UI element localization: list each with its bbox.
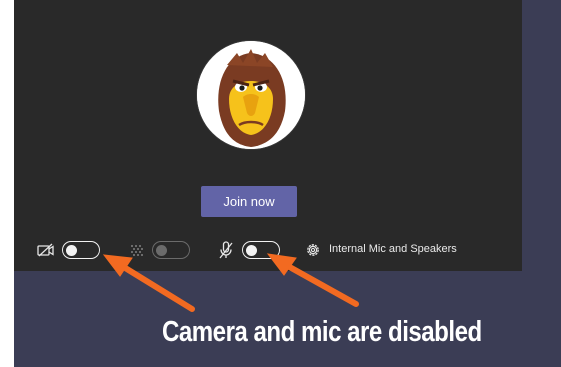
gear-icon[interactable] [305, 242, 321, 258]
user-avatar [196, 40, 306, 150]
camera-toggle-knob [66, 244, 77, 256]
microphone-toggle-knob [246, 244, 257, 256]
mic-off-icon[interactable] [218, 241, 234, 259]
microphone-toggle[interactable] [242, 241, 280, 259]
hawk-mascot-avatar [197, 41, 305, 149]
camera-toggle[interactable] [62, 241, 100, 259]
background-blur-icon [131, 245, 143, 256]
camera-off-icon[interactable] [37, 243, 55, 257]
device-settings-label[interactable]: Internal Mic and Speakers [329, 243, 457, 255]
background-effects-toggle [152, 241, 190, 259]
join-now-button[interactable]: Join now [201, 186, 297, 217]
background-effects-toggle-knob [156, 244, 167, 256]
annotation-caption: Camera and mic are disabled [162, 316, 482, 348]
